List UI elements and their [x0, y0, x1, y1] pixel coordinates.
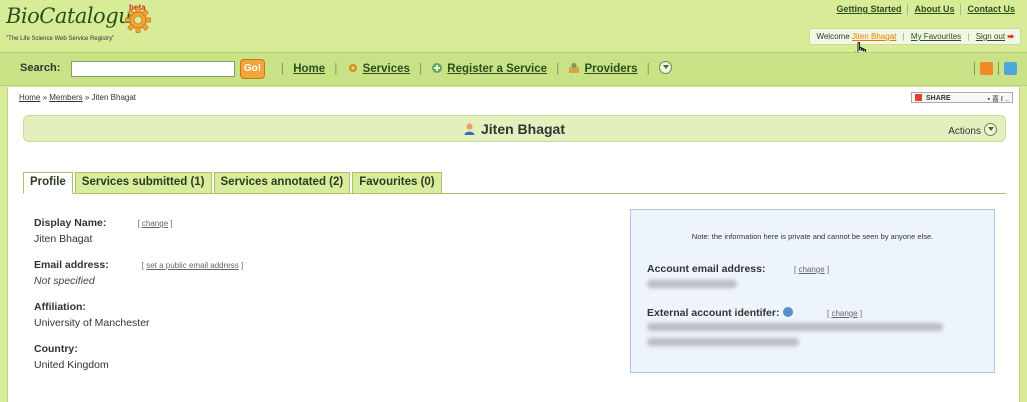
feed-icons — [974, 62, 1017, 75]
private-note: Note: the information here is private an… — [691, 232, 934, 241]
main-content: Jiten Bhagat Actions Profile Services sub… — [7, 109, 1020, 402]
breadcrumb-bar: Home » Members » Jiten Bhagat SHARE ▪ 喜 … — [7, 87, 1020, 109]
redacted-external-id-line2 — [647, 338, 799, 346]
external-id-label: External account identifer: — [647, 307, 794, 319]
country-value: United Kingdom — [34, 359, 109, 371]
display-name-field: Display Name: [ change ] Jiten Bhagat — [34, 217, 173, 245]
getting-started-link[interactable]: Getting Started — [830, 4, 907, 14]
tagline: "The Life Science Web Service Registry" — [6, 36, 115, 42]
breadcrumb: Home » Members » Jiten Bhagat — [19, 93, 137, 102]
title-bar: Jiten Bhagat Actions — [23, 115, 1006, 142]
profile-tabs: Profile Services submitted (1) Services an… — [23, 172, 444, 194]
gear-icon — [125, 7, 151, 33]
twitter-icon[interactable] — [1004, 62, 1017, 75]
user-profile-link[interactable]: Jiten Bhagat — [852, 32, 896, 41]
tab-favourites[interactable]: Favourites (0) — [352, 172, 442, 194]
logo[interactable]: BioCatalogue — [6, 4, 144, 28]
breadcrumb-members[interactable]: Members — [49, 93, 82, 102]
sign-out-link[interactable]: Sign out — [976, 32, 1005, 41]
my-favourites-link[interactable]: My Favourites — [911, 32, 961, 41]
user-icon — [464, 123, 475, 135]
search-go-button[interactable]: Go! — [240, 59, 265, 79]
tab-services-annotated[interactable]: Services annotated (2) — [213, 172, 351, 194]
account-email-label: Account email address: — [647, 263, 766, 275]
change-external-id-link[interactable]: change — [831, 309, 857, 318]
nav-home[interactable]: Home — [293, 63, 325, 75]
contact-us-link[interactable]: Contact Us — [961, 4, 1021, 14]
tab-divider — [23, 193, 1006, 194]
tab-services-submitted[interactable]: Services submitted (1) — [74, 172, 212, 194]
about-us-link[interactable]: About Us — [908, 4, 960, 14]
chevron-down-icon — [984, 123, 997, 136]
breadcrumb-current: Jiten Bhagat — [91, 93, 137, 102]
welcome-bar: Welcome Jiten Bhagat | My Favourites | S… — [809, 28, 1021, 45]
top-links: Getting Started About Us Contact Us — [830, 4, 1021, 16]
display-name-value: Jiten Bhagat — [34, 233, 93, 245]
main-nav: Search: Go! | Home | Services | Register… — [0, 52, 1027, 86]
share-icon — [915, 94, 922, 101]
more-menu-icon[interactable] — [658, 61, 672, 74]
nav-register-service[interactable]: Register a Service — [447, 63, 547, 75]
provider-icon — [569, 63, 580, 73]
private-info-box: Note: the information here is private an… — [630, 209, 995, 373]
site-header: BioCatalogue beta "The Life Science Web … — [0, 0, 1027, 52]
email-value: Not specified — [34, 275, 95, 287]
email-field: Email address: [ set a public email addr… — [34, 259, 244, 287]
nav-links: | Home | Services | Register a Service |… — [275, 61, 672, 75]
tab-profile[interactable]: Profile — [23, 172, 73, 194]
share-button[interactable]: SHARE ▪ 喜 ℓ .. — [911, 92, 1013, 103]
affiliation-field: Affiliation: University of Manchester — [34, 301, 150, 329]
search-label: Search: — [20, 62, 61, 74]
affiliation-value: University of Manchester — [34, 317, 150, 329]
change-display-name-link[interactable]: change — [142, 219, 168, 228]
change-account-email-link[interactable]: change — [798, 265, 824, 274]
gear-icon — [348, 64, 357, 72]
nav-services[interactable]: Services — [363, 63, 410, 75]
breadcrumb-home[interactable]: Home — [19, 93, 40, 102]
help-icon[interactable] — [783, 307, 794, 317]
nav-providers[interactable]: Providers — [584, 63, 637, 75]
search-input[interactable] — [71, 61, 235, 77]
rss-icon[interactable] — [980, 62, 993, 75]
page-title: Jiten Bhagat — [24, 121, 1005, 137]
country-field: Country: United Kingdom — [34, 343, 109, 371]
actions-menu[interactable]: Actions — [948, 123, 997, 137]
add-circle-icon — [432, 63, 443, 73]
set-public-email-link[interactable]: set a public email address — [146, 261, 239, 270]
redacted-external-id — [647, 323, 943, 331]
sign-out-arrow-icon: ➡ — [1007, 32, 1014, 41]
redacted-email — [647, 280, 737, 288]
welcome-text: Welcome — [816, 32, 850, 41]
